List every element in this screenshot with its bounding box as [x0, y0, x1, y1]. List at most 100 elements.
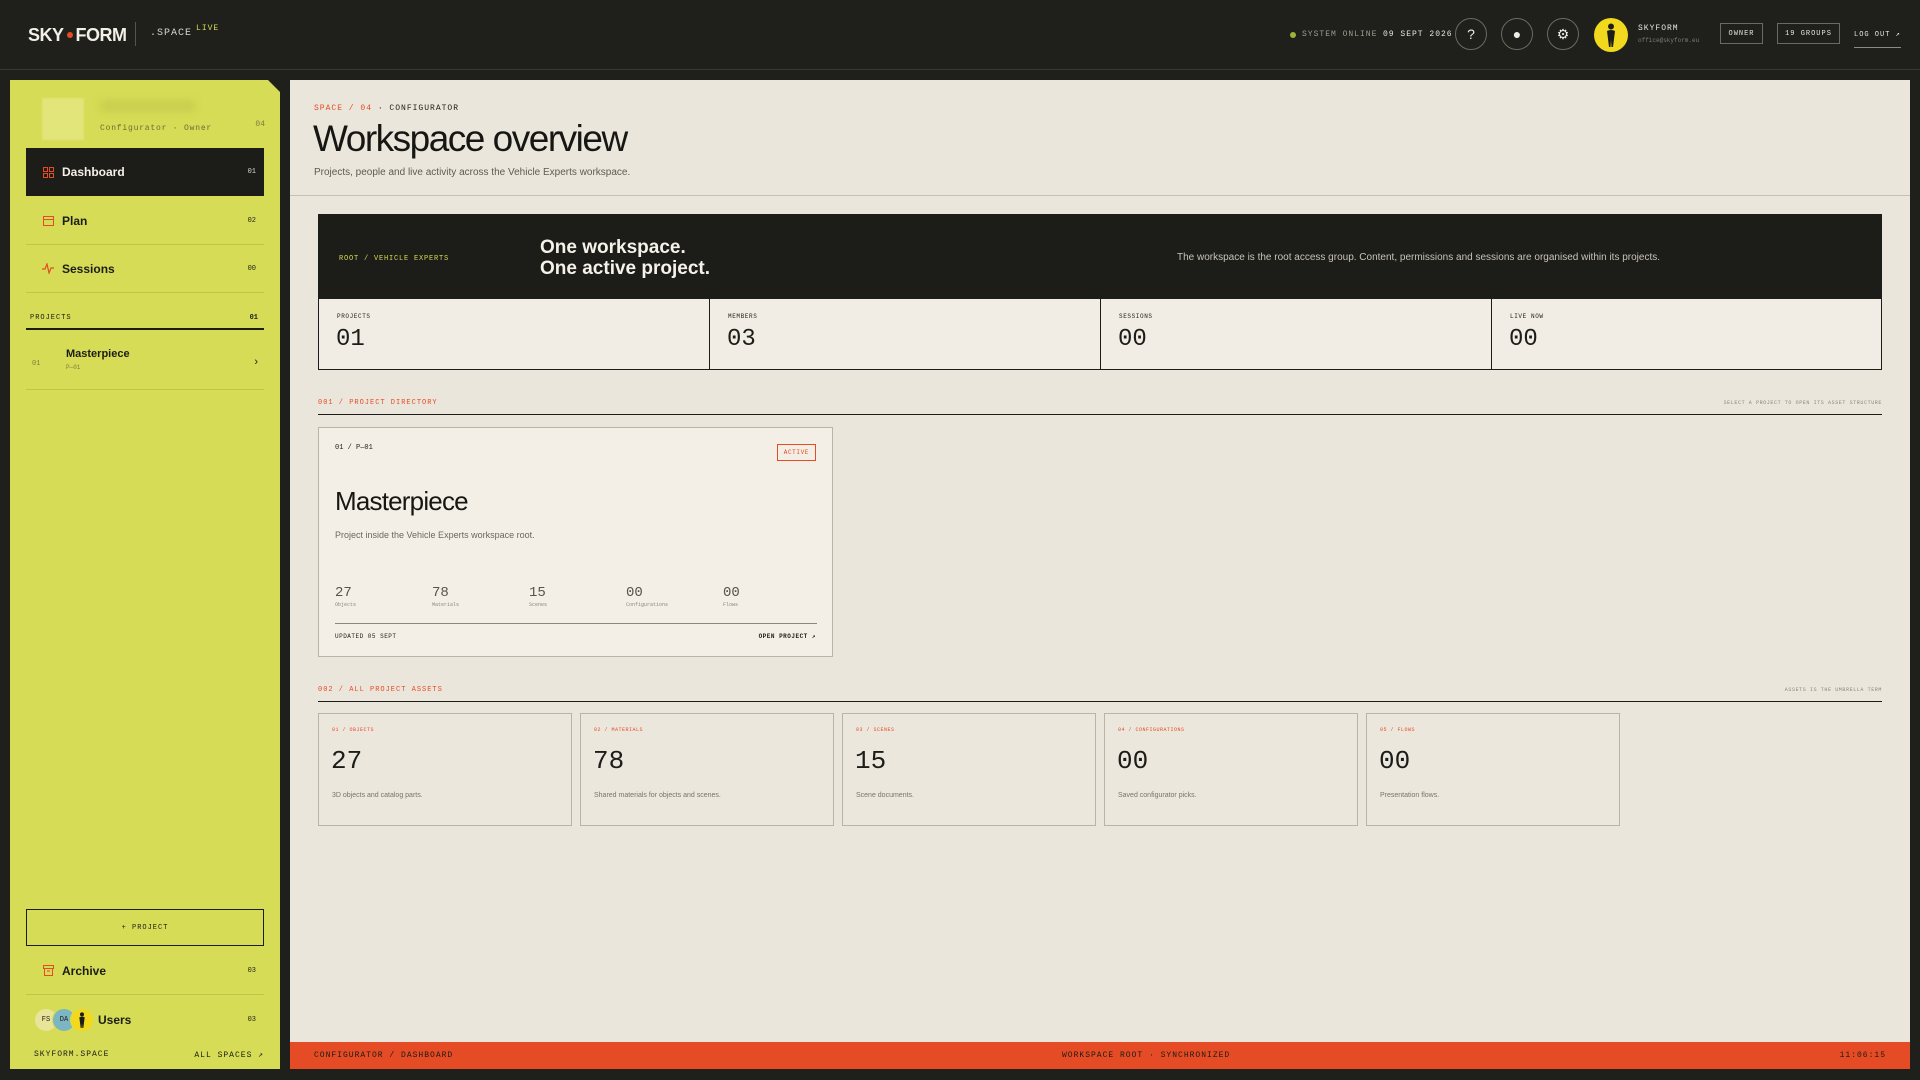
- asset-card-materials[interactable]: 02 / MATERIALS 78 Shared materials for o…: [580, 713, 834, 826]
- sidebar-item-number: 03: [247, 966, 256, 975]
- project-stat-configurations: 00 Configurations: [626, 585, 668, 608]
- asset-label: 05 / FLOWS: [1380, 727, 1416, 733]
- workspace-summary-panel: ROOT / VEHICLE EXPERTS One workspace. On…: [318, 214, 1882, 370]
- asset-description: Presentation flows.: [1380, 792, 1440, 799]
- asset-card-scenes[interactable]: 03 / SCENES 15 Scene documents.: [842, 713, 1096, 826]
- project-updated: UPDATED 05 SEPT: [335, 633, 397, 640]
- person-silhouette-icon: [79, 1012, 85, 1028]
- section-hint: ASSETS IS THE UMBRELLA TERM: [1784, 687, 1882, 693]
- all-spaces-link[interactable]: ALL SPACES ↗: [194, 1050, 264, 1060]
- sidebar-item-label: Sessions: [62, 261, 115, 276]
- project-code: P—01: [66, 364, 81, 371]
- user-avatar[interactable]: [1594, 18, 1628, 52]
- sidebar-item-label: Dashboard: [62, 165, 125, 179]
- project-stat-label: Materials: [432, 602, 460, 608]
- add-project-button[interactable]: + PROJECT: [26, 909, 264, 946]
- stat-value: 03: [727, 326, 756, 353]
- project-stat-value: 15: [529, 585, 546, 601]
- project-card-masterpiece[interactable]: 01 / P—01 ACTIVE Masterpiece Project ins…: [318, 427, 833, 657]
- asset-value: 78: [593, 746, 625, 776]
- avatar: [70, 1008, 94, 1032]
- help-button[interactable]: ?: [1455, 18, 1487, 50]
- stat-label: PROJECTS: [337, 313, 371, 320]
- stat-value: 01: [336, 326, 365, 353]
- groups-button[interactable]: 19 GROUPS: [1777, 23, 1840, 44]
- sidebar-item-dashboard[interactable]: Dashboard 01: [26, 148, 264, 196]
- stat-label: MEMBERS: [728, 313, 758, 320]
- settings-button[interactable]: ⚙: [1547, 18, 1579, 50]
- logo-text-sky: SKY: [28, 24, 64, 45]
- skyform-logo[interactable]: SKY FORM: [28, 22, 127, 48]
- status-bar-sync: WORKSPACE ROOT · SYNCHRONIZED: [1062, 1051, 1231, 1060]
- workspace-role: Configurator · Owner: [100, 124, 213, 133]
- logo-text-form: FORM: [75, 24, 128, 45]
- help-icon: ?: [1467, 26, 1475, 42]
- asset-value: 00: [1117, 746, 1149, 776]
- projects-count: 01: [249, 314, 258, 322]
- asset-description: Saved configurator picks.: [1118, 792, 1197, 799]
- project-stat-scenes: 15 Scenes: [529, 585, 547, 608]
- summary-description: The workspace is the root access group. …: [1177, 252, 1661, 263]
- workspace-number: 04: [255, 120, 265, 129]
- section-hint: SELECT A PROJECT TO OPEN ITS ASSET STRUC…: [1723, 400, 1882, 406]
- workspace-header[interactable]: Configurator · Owner 04: [30, 92, 265, 140]
- live-badge: LIVE: [196, 24, 220, 33]
- chevron-right-icon: ›: [254, 356, 258, 368]
- summary-banner: ROOT / VEHICLE EXPERTS One workspace. On…: [319, 215, 1881, 299]
- workspace-name-blurred: [100, 100, 195, 112]
- summary-headline-1: One workspace.: [540, 237, 686, 258]
- project-assets-header: 002 / ALL PROJECT ASSETS ASSETS IS THE U…: [318, 686, 1882, 702]
- grid-icon: [42, 166, 54, 178]
- sidebar-item-sessions[interactable]: Sessions 00: [26, 245, 264, 293]
- project-stat-value: 27: [335, 585, 352, 601]
- header-divider: [290, 195, 1910, 196]
- project-stat-objects: 27 Objects: [335, 585, 356, 608]
- project-stat-value: 78: [432, 585, 449, 601]
- summary-headline-2: One active project.: [540, 258, 711, 279]
- status-bar: CONFIGURATOR / DASHBOARD WORKSPACE ROOT …: [290, 1042, 1910, 1069]
- project-title: Masterpiece: [335, 486, 469, 516]
- open-project-link[interactable]: OPEN PROJECT ↗: [759, 633, 816, 640]
- stat-members: MEMBERS 03: [710, 299, 1101, 370]
- sidebar-item-number: 01: [247, 168, 256, 176]
- asset-card-configurations[interactable]: 04 / CONFIGURATIONS 00 Saved configurato…: [1104, 713, 1358, 826]
- current-date: 09 SEPT 2026: [1383, 30, 1453, 39]
- system-status: SYSTEM ONLINE: [1290, 30, 1377, 39]
- asset-label: 03 / SCENES: [856, 727, 895, 733]
- status-badge: ACTIVE: [776, 444, 816, 461]
- sidebar-item-archive[interactable]: Archive 03: [26, 947, 264, 995]
- stat-label: LIVE NOW: [1510, 313, 1544, 320]
- project-stat-label: Configurations: [626, 602, 669, 608]
- project-stat-flows: 00 Flows: [723, 585, 740, 608]
- section-label: 002 / ALL PROJECT ASSETS: [318, 686, 443, 694]
- archive-icon: [42, 965, 54, 977]
- asset-value: 27: [331, 746, 363, 776]
- asset-value: 00: [1379, 746, 1411, 776]
- user-email: office@skyform.eu: [1638, 37, 1700, 44]
- asset-value: 15: [855, 746, 887, 776]
- users-avatar-stack: FS DA: [34, 1008, 94, 1032]
- role-badge[interactable]: OWNER: [1720, 23, 1763, 44]
- project-stat-label: Objects: [335, 602, 357, 608]
- workspace-thumbnail: [42, 98, 84, 140]
- logout-link[interactable]: LOG OUT ↗: [1854, 30, 1901, 48]
- stat-sessions: SESSIONS 00: [1101, 299, 1492, 370]
- main-content: SPACE / 04 · CONFIGURATOR Workspace over…: [290, 80, 1910, 1069]
- asset-card-flows[interactable]: 05 / FLOWS 00 Presentation flows.: [1366, 713, 1620, 826]
- asset-description: 3D objects and catalog parts.: [332, 792, 423, 799]
- asset-card-objects[interactable]: 01 / OBJECTS 27 3D objects and catalog p…: [318, 713, 572, 826]
- stat-value: 00: [1118, 326, 1147, 353]
- sidebar-item-users[interactable]: FS DA Users 03: [26, 996, 264, 1044]
- project-directory-header: 001 / PROJECT DIRECTORY SELECT A PROJECT…: [318, 399, 1882, 415]
- stat-label: SESSIONS: [1119, 313, 1153, 320]
- breadcrumb-space[interactable]: SPACE / 04: [314, 104, 372, 113]
- card-divider: [335, 623, 817, 624]
- project-stat-label: Flows: [723, 602, 739, 608]
- status-text: SYSTEM ONLINE: [1302, 30, 1378, 39]
- record-button[interactable]: ●: [1501, 18, 1533, 50]
- space-domain-link[interactable]: SKYFORM.SPACE: [34, 1050, 109, 1059]
- sidebar-project-masterpiece[interactable]: 01 Masterpiece P—01 ›: [26, 334, 264, 390]
- sidebar-item-plan[interactable]: Plan 02: [26, 197, 264, 245]
- section-label: 001 / PROJECT DIRECTORY: [318, 399, 438, 407]
- gear-icon: ⚙: [1556, 25, 1570, 42]
